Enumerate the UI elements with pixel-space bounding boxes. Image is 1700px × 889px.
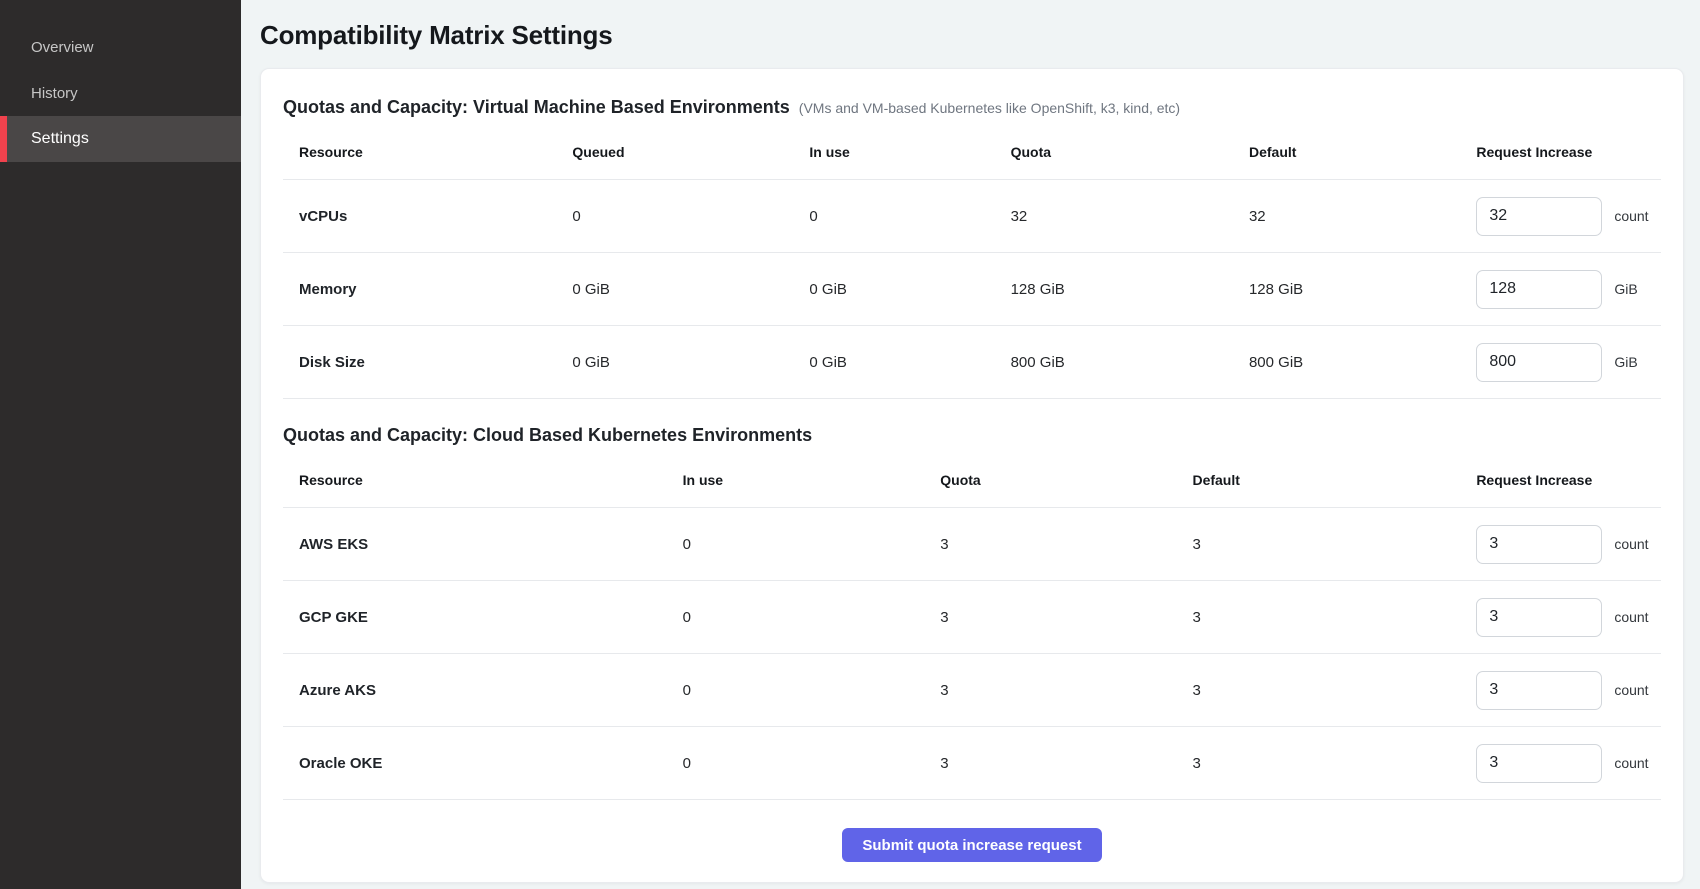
quotas-card: Quotas and Capacity: Virtual Machine Bas… (260, 68, 1684, 883)
page-title: Compatibility Matrix Settings (260, 20, 1684, 51)
in-use-value: 0 (683, 654, 941, 727)
col-header-resource: Resource (283, 448, 683, 508)
vm-section-title: Quotas and Capacity: Virtual Machine Bas… (283, 97, 790, 118)
table-row-aws-eks: AWS EKS 0 3 3 count (283, 508, 1661, 581)
request-increase-cell: GiB (1476, 270, 1661, 309)
main-content: Compatibility Matrix Settings Quotas and… (241, 0, 1700, 889)
sidebar-item-label: Settings (31, 130, 89, 148)
table-row-memory: Memory 0 GiB 0 GiB 128 GiB 128 GiB GiB (283, 253, 1661, 326)
submit-row: Submit quota increase request (283, 828, 1661, 864)
in-use-value: 0 (683, 508, 941, 581)
app-window: Overview History Settings Compatibility … (0, 0, 1700, 889)
queued-value: 0 (572, 180, 809, 253)
unit-label: count (1614, 755, 1648, 771)
col-header-in-use: In use (683, 448, 941, 508)
sidebar-item-label: Overview (31, 39, 94, 56)
vm-table-header-row: Resource Queued In use Quota Default Req… (283, 120, 1661, 180)
quota-value: 3 (940, 654, 1192, 727)
resource-name: GCP GKE (283, 581, 683, 654)
default-value: 3 (1192, 727, 1476, 800)
vcpus-request-input[interactable] (1476, 197, 1602, 236)
queued-value: 0 GiB (572, 326, 809, 399)
table-row-gcp-gke: GCP GKE 0 3 3 count (283, 581, 1661, 654)
oracle-oke-request-input[interactable] (1476, 744, 1602, 783)
sidebar: Overview History Settings (0, 0, 241, 889)
quota-value: 3 (940, 727, 1192, 800)
sidebar-item-history[interactable]: History (0, 70, 241, 116)
vm-quota-table: Resource Queued In use Quota Default Req… (283, 120, 1661, 399)
table-row-azure-aks: Azure AKS 0 3 3 count (283, 654, 1661, 727)
disk-size-request-input[interactable] (1476, 343, 1602, 382)
request-increase-cell: count (1476, 671, 1661, 710)
sidebar-item-settings[interactable]: Settings (0, 116, 241, 162)
quota-value: 3 (940, 508, 1192, 581)
in-use-value: 0 GiB (809, 326, 1010, 399)
azure-aks-request-input[interactable] (1476, 671, 1602, 710)
cloud-section-header: Quotas and Capacity: Cloud Based Kuberne… (283, 425, 1661, 446)
unit-label: count (1614, 536, 1648, 552)
queued-value: 0 GiB (572, 253, 809, 326)
col-header-resource: Resource (283, 120, 572, 180)
default-value: 3 (1192, 508, 1476, 581)
resource-name: AWS EKS (283, 508, 683, 581)
default-value: 128 GiB (1249, 253, 1476, 326)
resource-name: Disk Size (283, 326, 572, 399)
col-header-quota: Quota (1011, 120, 1249, 180)
col-header-request-increase: Request Increase (1476, 448, 1661, 508)
default-value: 32 (1249, 180, 1476, 253)
table-row-disk-size: Disk Size 0 GiB 0 GiB 800 GiB 800 GiB Gi… (283, 326, 1661, 399)
default-value: 3 (1192, 654, 1476, 727)
quota-value: 128 GiB (1011, 253, 1249, 326)
resource-name: Memory (283, 253, 572, 326)
unit-label: GiB (1614, 281, 1637, 297)
request-increase-cell: count (1476, 744, 1661, 783)
active-indicator (0, 116, 7, 162)
resource-name: vCPUs (283, 180, 572, 253)
unit-label: count (1614, 682, 1648, 698)
quota-value: 3 (940, 581, 1192, 654)
vm-section-header: Quotas and Capacity: Virtual Machine Bas… (283, 97, 1661, 118)
col-header-request-increase: Request Increase (1476, 120, 1661, 180)
memory-request-input[interactable] (1476, 270, 1602, 309)
vm-section-subtitle: (VMs and VM-based Kubernetes like OpenSh… (799, 100, 1180, 116)
request-increase-cell: count (1476, 197, 1661, 236)
col-header-default: Default (1192, 448, 1476, 508)
unit-label: GiB (1614, 354, 1637, 370)
col-header-default: Default (1249, 120, 1476, 180)
in-use-value: 0 GiB (809, 253, 1010, 326)
sidebar-item-overview[interactable]: Overview (0, 24, 241, 70)
sidebar-item-label: History (31, 85, 78, 102)
gcp-gke-request-input[interactable] (1476, 598, 1602, 637)
col-header-queued: Queued (572, 120, 809, 180)
unit-label: count (1614, 208, 1648, 224)
col-header-quota: Quota (940, 448, 1192, 508)
request-increase-cell: count (1476, 525, 1661, 564)
in-use-value: 0 (809, 180, 1010, 253)
in-use-value: 0 (683, 727, 941, 800)
cloud-table-header-row: Resource In use Quota Default Request In… (283, 448, 1661, 508)
submit-quota-increase-button[interactable]: Submit quota increase request (842, 828, 1101, 862)
quota-value: 32 (1011, 180, 1249, 253)
resource-name: Oracle OKE (283, 727, 683, 800)
aws-eks-request-input[interactable] (1476, 525, 1602, 564)
col-header-in-use: In use (809, 120, 1010, 180)
request-increase-cell: GiB (1476, 343, 1661, 382)
unit-label: count (1614, 609, 1648, 625)
request-increase-cell: count (1476, 598, 1661, 637)
table-row-vcpus: vCPUs 0 0 32 32 count (283, 180, 1661, 253)
cloud-quota-table: Resource In use Quota Default Request In… (283, 448, 1661, 800)
resource-name: Azure AKS (283, 654, 683, 727)
table-row-oracle-oke: Oracle OKE 0 3 3 count (283, 727, 1661, 800)
cloud-section-title: Quotas and Capacity: Cloud Based Kuberne… (283, 425, 812, 446)
quota-value: 800 GiB (1011, 326, 1249, 399)
default-value: 3 (1192, 581, 1476, 654)
in-use-value: 0 (683, 581, 941, 654)
default-value: 800 GiB (1249, 326, 1476, 399)
